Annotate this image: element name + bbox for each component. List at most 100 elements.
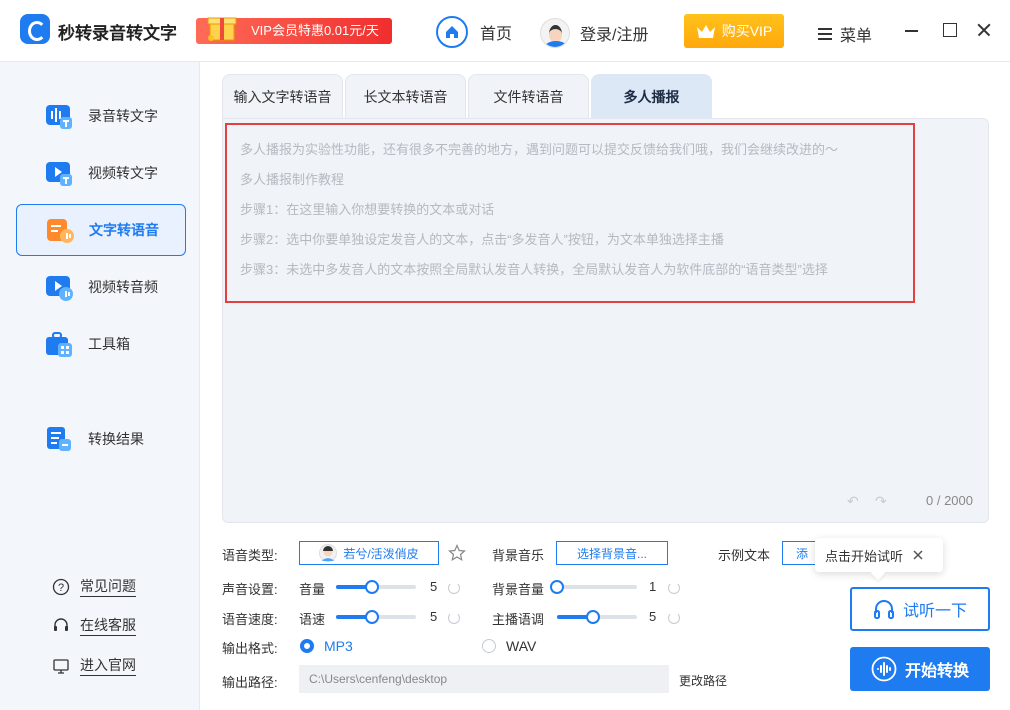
question-icon: ? <box>52 578 70 595</box>
path-label: 输出路径: <box>222 675 278 690</box>
headset-icon <box>54 617 68 631</box>
output-path-field[interactable] <box>299 665 669 693</box>
official-site-link[interactable]: 进入官网 <box>52 655 136 676</box>
speed-slider[interactable] <box>336 610 416 624</box>
speed-label: 语音速度: <box>222 612 278 627</box>
minimize-button[interactable] <box>904 22 920 38</box>
start-convert-button[interactable]: 开始转换 <box>850 647 990 691</box>
hint-line: 步骤2：选中你要单独设定发音人的文本，点击“多发音人”按钮，为文本单独选择主播 <box>240 232 724 247</box>
voice-avatar-icon <box>319 544 338 562</box>
tooltip-text: 点击开始试听 <box>825 548 904 564</box>
start-convert-label: 开始转换 <box>904 663 969 680</box>
monitor-icon <box>53 658 69 674</box>
gift-icon <box>207 17 237 41</box>
star-icon[interactable] <box>448 544 466 562</box>
text-editor[interactable]: 多人播报为实验性功能，还有很多不完善的地方，遇到问题可以提交反馈给我们哦，我们会… <box>222 118 989 523</box>
avatar <box>540 18 570 48</box>
sidebar: 录音转文字 视频转文字 文字转语音 视频转音频 工具箱 转换结果 ? 常见问题 … <box>0 62 200 710</box>
sidebar-item-label: 视频转音频 <box>88 279 158 295</box>
buy-vip-label: 购买VIP <box>721 23 773 39</box>
sidebar-item-toolbox[interactable]: 工具箱 <box>16 318 186 370</box>
close-tooltip-icon[interactable] <box>913 550 923 560</box>
hint-box: 多人播报为实验性功能，还有很多不完善的地方，遇到问题可以提交反馈给我们哦，我们会… <box>225 123 915 303</box>
reset-pitch-icon[interactable] <box>668 612 680 624</box>
login-nav[interactable]: 登录/注册 <box>540 16 648 50</box>
preview-label: 试听一下 <box>902 603 967 620</box>
tab-text-to-speech[interactable]: 输入文字转语音 <box>222 74 343 118</box>
tab-bar: 输入文字转语音 长文本转语音 文件转语音 多人播报 <box>222 74 714 118</box>
pitch-label: 主播语调 <box>492 612 545 627</box>
sidebar-item-audio-to-text[interactable]: 录音转文字 <box>16 90 186 142</box>
sidebar-item-text-to-speech[interactable]: 文字转语音 <box>16 204 186 256</box>
select-bgm-button[interactable]: 选择背景音... <box>556 541 668 565</box>
app-title: 秒转录音转文字 <box>58 24 177 43</box>
preview-tooltip: 点击开始试听 <box>815 538 943 572</box>
home-nav[interactable]: 首页 <box>436 16 512 48</box>
vip-promo-banner[interactable]: VIP会员特惠0.01元/天 <box>196 17 392 44</box>
speed-value: 5 <box>430 609 438 624</box>
official-site-label: 进入官网 <box>80 655 136 676</box>
format-wav-label: WAV <box>506 638 537 654</box>
faq-link[interactable]: ? 常见问题 <box>52 576 136 597</box>
sidebar-item-video-to-text[interactable]: 视频转文字 <box>16 147 186 199</box>
voice-type-button[interactable]: 若兮/活泼俏皮 <box>299 541 439 565</box>
online-support-label: 在线客服 <box>80 615 136 636</box>
menu-label: 菜单 <box>840 28 873 45</box>
reset-volume-icon[interactable] <box>448 582 460 594</box>
change-path-link[interactable]: 更改路径 <box>679 672 727 689</box>
format-mp3-label: MP3 <box>324 638 353 654</box>
bg-volume-label: 背景音量 <box>492 582 545 597</box>
bg-volume-slider[interactable] <box>550 580 637 594</box>
maximize-button[interactable] <box>942 22 958 38</box>
hint-line: 多人播报为实验性功能，还有很多不完善的地方，遇到问题可以提交反馈给我们哦，我们会… <box>240 142 839 157</box>
voice-name: 若兮/活泼俏皮 <box>343 546 419 561</box>
sound-settings-label: 声音设置: <box>222 582 278 597</box>
pitch-slider[interactable] <box>557 610 637 624</box>
hamburger-icon <box>818 28 832 40</box>
faq-label: 常见问题 <box>80 576 136 597</box>
volume-slider[interactable] <box>336 580 416 594</box>
hint-line: 步骤3：未选中多发音人的文本按照全局默认发音人转换，全局默认发音人为软件底部的“… <box>240 262 828 277</box>
title-bar: 秒转录音转文字 VIP会员特惠0.01元/天 首页 登录/注册 购买VIP 菜单 <box>0 0 1010 62</box>
hint-line: 多人播报制作教程 <box>240 172 345 187</box>
tab-file-to-speech[interactable]: 文件转语音 <box>468 74 589 118</box>
bg-volume-value: 1 <box>649 579 657 594</box>
preview-button[interactable]: 试听一下 <box>850 587 990 631</box>
format-wav-radio[interactable] <box>482 639 496 653</box>
tab-multi-speaker[interactable]: 多人播报 <box>591 74 712 118</box>
app-logo-icon <box>20 14 50 44</box>
char-count: 0 / 2000 <box>926 493 973 508</box>
online-support-link[interactable]: 在线客服 <box>52 615 136 636</box>
volume-label: 音量 <box>299 582 326 597</box>
sidebar-item-label: 转换结果 <box>88 431 144 447</box>
sample-text-label: 示例文本 <box>718 548 771 563</box>
format-mp3-radio[interactable] <box>300 639 314 653</box>
menu-button[interactable]: 菜单 <box>818 22 872 46</box>
redo-icon[interactable]: ↷ <box>875 494 889 508</box>
video-to-text-icon <box>46 162 72 186</box>
sidebar-item-video-to-audio[interactable]: 视频转音频 <box>16 261 186 313</box>
home-label: 首页 <box>480 26 513 43</box>
crown-icon <box>696 25 715 38</box>
sidebar-item-results[interactable]: 转换结果 <box>16 413 186 465</box>
svg-text:?: ? <box>58 582 64 594</box>
bgm-label: 背景音乐 <box>492 548 545 563</box>
headphones-icon <box>873 600 894 619</box>
home-icon <box>436 16 468 48</box>
volume-value: 5 <box>430 579 438 594</box>
login-label: 登录/注册 <box>580 27 649 44</box>
reset-bg-volume-icon[interactable] <box>668 582 680 594</box>
voice-type-label: 语音类型: <box>222 548 278 563</box>
toolbox-icon <box>46 332 72 357</box>
hint-line: 步骤1：在这里输入你想要转换的文本或对话 <box>240 202 495 217</box>
undo-icon[interactable]: ↶ <box>847 494 861 508</box>
tab-long-text[interactable]: 长文本转语音 <box>345 74 466 118</box>
text-to-speech-icon <box>47 219 74 243</box>
close-window-button[interactable] <box>976 22 992 38</box>
buy-vip-button[interactable]: 购买VIP <box>684 14 784 48</box>
reset-speed-icon[interactable] <box>448 612 460 624</box>
audio-wave-icon <box>871 656 897 682</box>
format-label: 输出格式: <box>222 641 278 656</box>
pitch-value: 5 <box>649 609 657 624</box>
video-to-audio-icon <box>46 276 73 301</box>
